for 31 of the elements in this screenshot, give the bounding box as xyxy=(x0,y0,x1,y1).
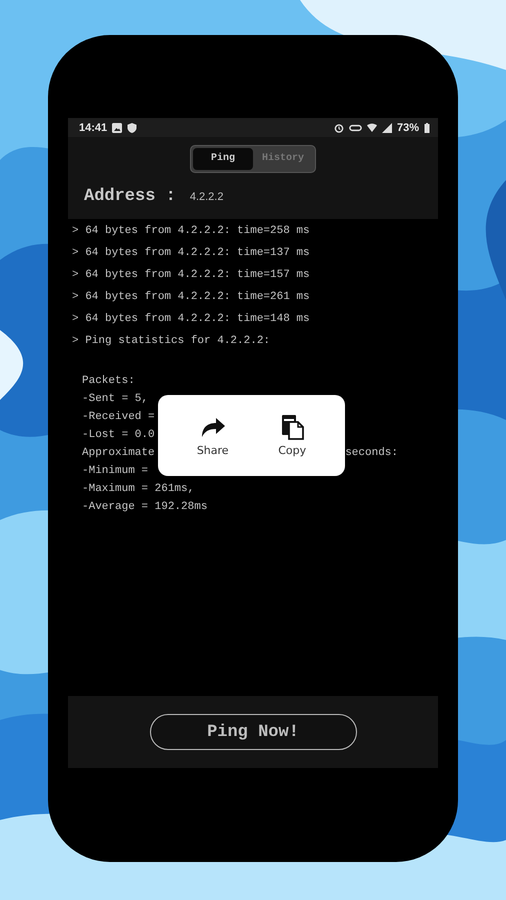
copy-icon xyxy=(279,414,306,440)
log-line: > 64 bytes from 4.2.2.2: time=261 ms xyxy=(72,290,311,305)
stat-line: Packets: xyxy=(82,374,135,389)
share-action[interactable]: Share xyxy=(196,414,229,457)
copy-action[interactable]: Copy xyxy=(278,414,306,457)
battery-percent: 73% xyxy=(396,122,419,134)
battery-icon xyxy=(424,122,430,132)
address-label: Address : xyxy=(84,187,176,206)
stat-line: -Average = 192.28ms xyxy=(82,500,208,515)
log-line: > 64 bytes from 4.2.2.2: time=137 ms xyxy=(72,246,311,261)
stat-line: -Maximum = 261ms, xyxy=(82,482,194,497)
stat-line: -Received = xyxy=(82,410,155,425)
stat-line: Approximate xyxy=(82,446,155,461)
log-line: > 64 bytes from 4.2.2.2: time=148 ms xyxy=(72,312,311,327)
stat-line: seconds: xyxy=(345,446,398,461)
log-line: > Ping statistics for 4.2.2.2: xyxy=(72,334,272,349)
stat-line: -Minimum = xyxy=(82,464,148,479)
link-icon xyxy=(348,122,362,132)
stat-line: -Lost = 0.0 xyxy=(82,428,155,443)
log-line: > 64 bytes from 4.2.2.2: time=157 ms xyxy=(72,268,311,283)
stat-line: -Sent = 5, xyxy=(82,392,148,407)
address-value[interactable]: 4.2.2.2 xyxy=(190,191,224,203)
ping-now-button[interactable]: Ping Now! xyxy=(150,714,356,750)
wifi-icon xyxy=(366,122,377,132)
clock-time: 14:41 xyxy=(79,122,108,134)
tab[interactable]: Ping xyxy=(193,148,253,170)
log-line: > 64 bytes from 4.2.2.2: time=258 ms xyxy=(72,224,311,239)
shield-icon xyxy=(127,122,138,132)
alarm-icon xyxy=(334,122,344,132)
signal-icon xyxy=(382,122,392,132)
image-icon xyxy=(112,122,122,132)
